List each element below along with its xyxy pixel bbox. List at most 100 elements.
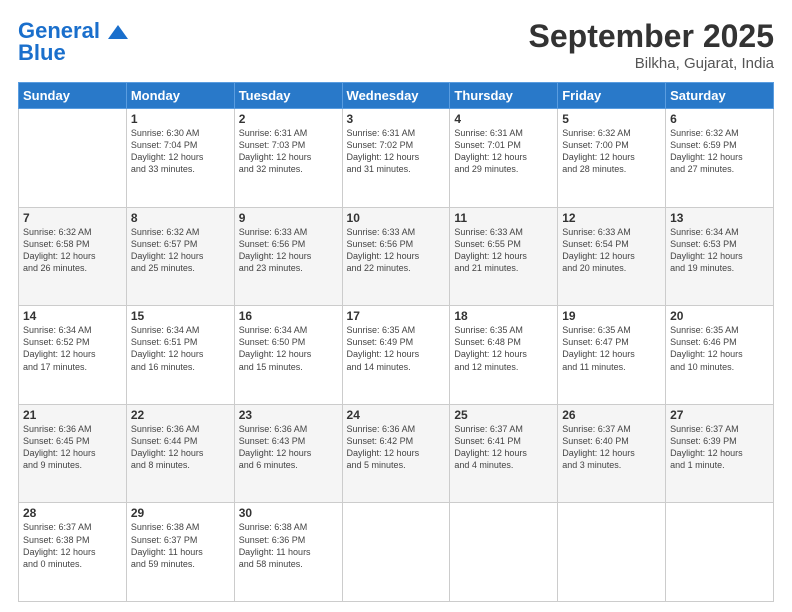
calendar-week-2: 7Sunrise: 6:32 AM Sunset: 6:58 PM Daylig…: [19, 207, 774, 306]
calendar-cell: 2Sunrise: 6:31 AM Sunset: 7:03 PM Daylig…: [234, 109, 342, 208]
calendar-cell: [558, 503, 666, 602]
day-info: Sunrise: 6:33 AM Sunset: 6:54 PM Dayligh…: [562, 226, 661, 275]
day-number: 23: [239, 408, 338, 422]
day-info: Sunrise: 6:31 AM Sunset: 7:01 PM Dayligh…: [454, 127, 553, 176]
calendar-cell: 15Sunrise: 6:34 AM Sunset: 6:51 PM Dayli…: [126, 306, 234, 405]
day-info: Sunrise: 6:37 AM Sunset: 6:41 PM Dayligh…: [454, 423, 553, 472]
day-number: 14: [23, 309, 122, 323]
day-info: Sunrise: 6:36 AM Sunset: 6:44 PM Dayligh…: [131, 423, 230, 472]
day-header-wednesday: Wednesday: [342, 83, 450, 109]
day-info: Sunrise: 6:34 AM Sunset: 6:51 PM Dayligh…: [131, 324, 230, 373]
day-number: 21: [23, 408, 122, 422]
day-info: Sunrise: 6:32 AM Sunset: 6:59 PM Dayligh…: [670, 127, 769, 176]
day-number: 12: [562, 211, 661, 225]
day-info: Sunrise: 6:35 AM Sunset: 6:47 PM Dayligh…: [562, 324, 661, 373]
calendar-cell: 4Sunrise: 6:31 AM Sunset: 7:01 PM Daylig…: [450, 109, 558, 208]
calendar-cell: 9Sunrise: 6:33 AM Sunset: 6:56 PM Daylig…: [234, 207, 342, 306]
header: General Blue September 2025 Bilkha, Guja…: [18, 18, 774, 72]
day-number: 8: [131, 211, 230, 225]
calendar-cell: 17Sunrise: 6:35 AM Sunset: 6:49 PM Dayli…: [342, 306, 450, 405]
month-title: September 2025: [529, 18, 774, 55]
day-header-friday: Friday: [558, 83, 666, 109]
day-number: 18: [454, 309, 553, 323]
day-info: Sunrise: 6:34 AM Sunset: 6:52 PM Dayligh…: [23, 324, 122, 373]
day-info: Sunrise: 6:32 AM Sunset: 6:58 PM Dayligh…: [23, 226, 122, 275]
calendar-cell: 18Sunrise: 6:35 AM Sunset: 6:48 PM Dayli…: [450, 306, 558, 405]
calendar-cell: 26Sunrise: 6:37 AM Sunset: 6:40 PM Dayli…: [558, 404, 666, 503]
calendar-cell: 28Sunrise: 6:37 AM Sunset: 6:38 PM Dayli…: [19, 503, 127, 602]
calendar-table: SundayMondayTuesdayWednesdayThursdayFrid…: [18, 82, 774, 602]
day-number: 16: [239, 309, 338, 323]
calendar-cell: 27Sunrise: 6:37 AM Sunset: 6:39 PM Dayli…: [666, 404, 774, 503]
calendar-cell: 11Sunrise: 6:33 AM Sunset: 6:55 PM Dayli…: [450, 207, 558, 306]
calendar-cell: [450, 503, 558, 602]
day-info: Sunrise: 6:33 AM Sunset: 6:56 PM Dayligh…: [347, 226, 446, 275]
day-header-monday: Monday: [126, 83, 234, 109]
calendar-cell: 16Sunrise: 6:34 AM Sunset: 6:50 PM Dayli…: [234, 306, 342, 405]
calendar-cell: [342, 503, 450, 602]
day-number: 24: [347, 408, 446, 422]
day-info: Sunrise: 6:37 AM Sunset: 6:39 PM Dayligh…: [670, 423, 769, 472]
day-number: 3: [347, 112, 446, 126]
day-number: 2: [239, 112, 338, 126]
day-info: Sunrise: 6:35 AM Sunset: 6:46 PM Dayligh…: [670, 324, 769, 373]
day-number: 27: [670, 408, 769, 422]
day-number: 9: [239, 211, 338, 225]
day-header-tuesday: Tuesday: [234, 83, 342, 109]
day-info: Sunrise: 6:31 AM Sunset: 7:03 PM Dayligh…: [239, 127, 338, 176]
calendar-cell: 19Sunrise: 6:35 AM Sunset: 6:47 PM Dayli…: [558, 306, 666, 405]
day-info: Sunrise: 6:32 AM Sunset: 7:00 PM Dayligh…: [562, 127, 661, 176]
calendar-header-row: SundayMondayTuesdayWednesdayThursdayFrid…: [19, 83, 774, 109]
day-header-sunday: Sunday: [19, 83, 127, 109]
calendar-cell: 23Sunrise: 6:36 AM Sunset: 6:43 PM Dayli…: [234, 404, 342, 503]
calendar-cell: [666, 503, 774, 602]
day-number: 22: [131, 408, 230, 422]
calendar-week-3: 14Sunrise: 6:34 AM Sunset: 6:52 PM Dayli…: [19, 306, 774, 405]
day-number: 28: [23, 506, 122, 520]
page: General Blue September 2025 Bilkha, Guja…: [0, 0, 792, 612]
day-info: Sunrise: 6:33 AM Sunset: 6:55 PM Dayligh…: [454, 226, 553, 275]
day-number: 29: [131, 506, 230, 520]
day-number: 15: [131, 309, 230, 323]
calendar-cell: 3Sunrise: 6:31 AM Sunset: 7:02 PM Daylig…: [342, 109, 450, 208]
calendar-cell: 29Sunrise: 6:38 AM Sunset: 6:37 PM Dayli…: [126, 503, 234, 602]
calendar-cell: 1Sunrise: 6:30 AM Sunset: 7:04 PM Daylig…: [126, 109, 234, 208]
day-number: 7: [23, 211, 122, 225]
logo-icon: [108, 25, 128, 39]
calendar-cell: 22Sunrise: 6:36 AM Sunset: 6:44 PM Dayli…: [126, 404, 234, 503]
calendar-cell: 25Sunrise: 6:37 AM Sunset: 6:41 PM Dayli…: [450, 404, 558, 503]
calendar-cell: 14Sunrise: 6:34 AM Sunset: 6:52 PM Dayli…: [19, 306, 127, 405]
calendar-cell: 7Sunrise: 6:32 AM Sunset: 6:58 PM Daylig…: [19, 207, 127, 306]
day-info: Sunrise: 6:30 AM Sunset: 7:04 PM Dayligh…: [131, 127, 230, 176]
day-number: 30: [239, 506, 338, 520]
day-info: Sunrise: 6:34 AM Sunset: 6:53 PM Dayligh…: [670, 226, 769, 275]
calendar-cell: 10Sunrise: 6:33 AM Sunset: 6:56 PM Dayli…: [342, 207, 450, 306]
day-number: 11: [454, 211, 553, 225]
day-number: 10: [347, 211, 446, 225]
day-info: Sunrise: 6:35 AM Sunset: 6:48 PM Dayligh…: [454, 324, 553, 373]
day-info: Sunrise: 6:36 AM Sunset: 6:43 PM Dayligh…: [239, 423, 338, 472]
day-number: 4: [454, 112, 553, 126]
day-header-saturday: Saturday: [666, 83, 774, 109]
calendar-cell: 21Sunrise: 6:36 AM Sunset: 6:45 PM Dayli…: [19, 404, 127, 503]
day-number: 25: [454, 408, 553, 422]
logo: General Blue: [18, 18, 128, 66]
day-info: Sunrise: 6:37 AM Sunset: 6:38 PM Dayligh…: [23, 521, 122, 570]
day-info: Sunrise: 6:38 AM Sunset: 6:36 PM Dayligh…: [239, 521, 338, 570]
day-number: 5: [562, 112, 661, 126]
logo-blue: Blue: [18, 40, 66, 66]
calendar-cell: [19, 109, 127, 208]
day-info: Sunrise: 6:36 AM Sunset: 6:45 PM Dayligh…: [23, 423, 122, 472]
calendar-week-1: 1Sunrise: 6:30 AM Sunset: 7:04 PM Daylig…: [19, 109, 774, 208]
day-number: 1: [131, 112, 230, 126]
day-info: Sunrise: 6:34 AM Sunset: 6:50 PM Dayligh…: [239, 324, 338, 373]
calendar-week-4: 21Sunrise: 6:36 AM Sunset: 6:45 PM Dayli…: [19, 404, 774, 503]
day-info: Sunrise: 6:36 AM Sunset: 6:42 PM Dayligh…: [347, 423, 446, 472]
calendar-week-5: 28Sunrise: 6:37 AM Sunset: 6:38 PM Dayli…: [19, 503, 774, 602]
day-number: 20: [670, 309, 769, 323]
day-info: Sunrise: 6:32 AM Sunset: 6:57 PM Dayligh…: [131, 226, 230, 275]
day-number: 26: [562, 408, 661, 422]
calendar-cell: 13Sunrise: 6:34 AM Sunset: 6:53 PM Dayli…: [666, 207, 774, 306]
title-block: September 2025 Bilkha, Gujarat, India: [529, 18, 774, 72]
day-header-thursday: Thursday: [450, 83, 558, 109]
